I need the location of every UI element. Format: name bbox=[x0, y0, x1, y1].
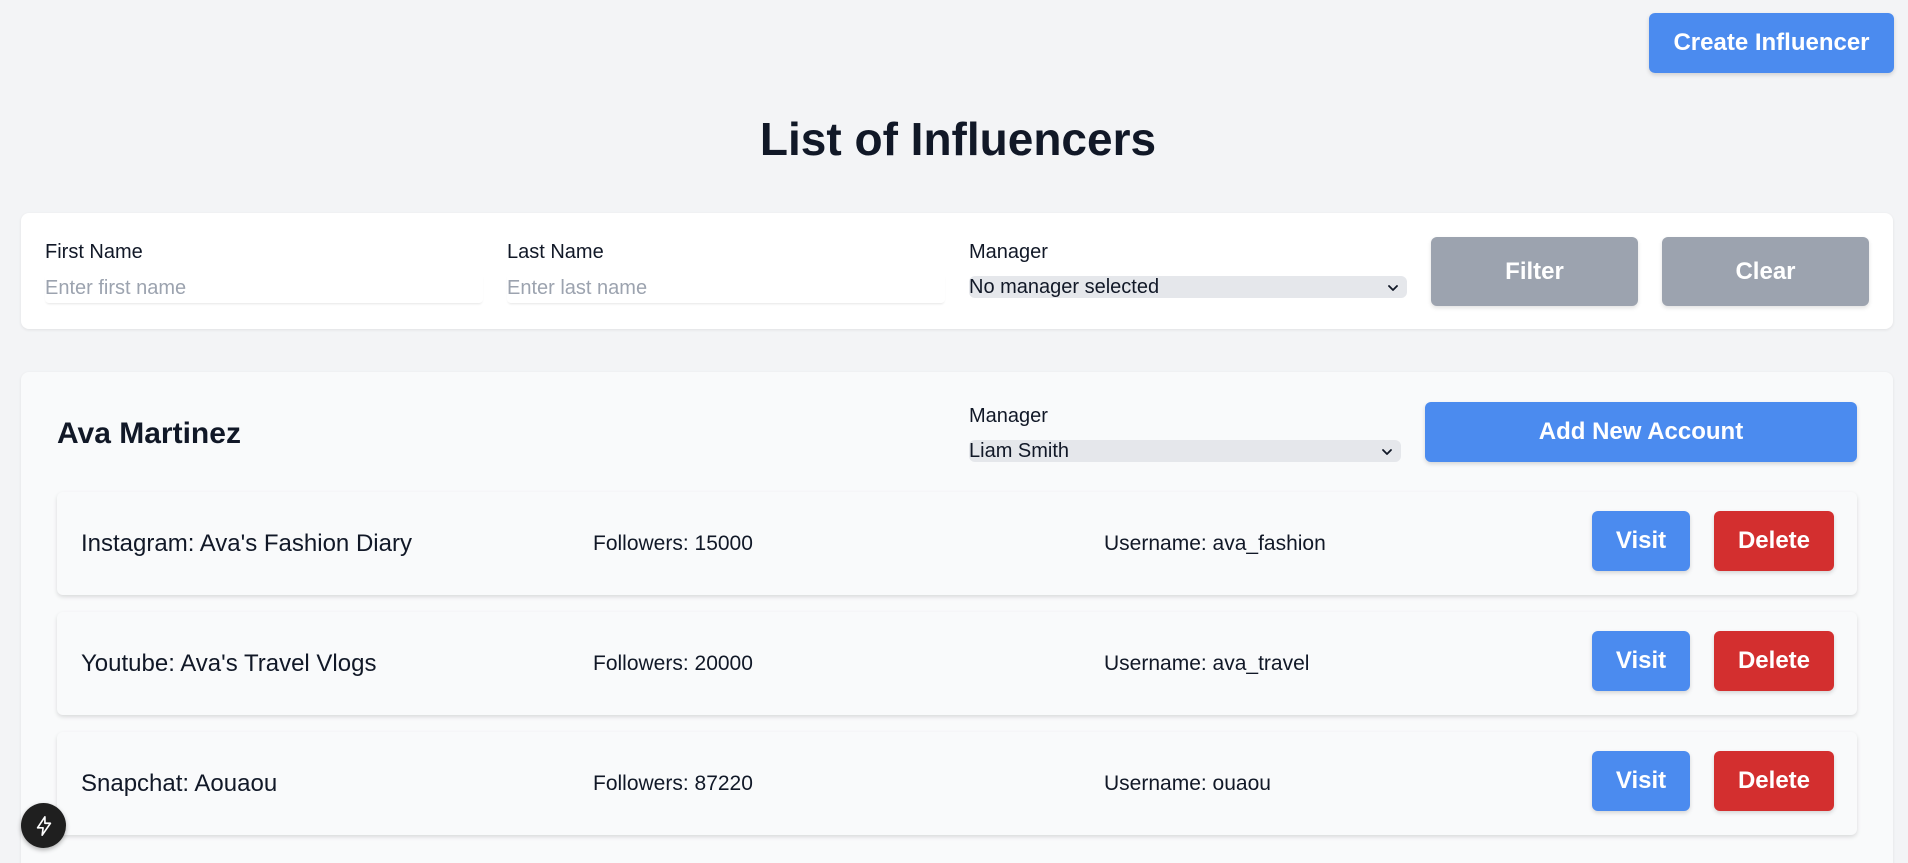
influencer-manager-select[interactable]: Liam Smith bbox=[969, 440, 1401, 462]
account-followers: Followers: 20000 bbox=[593, 652, 753, 675]
chevron-down-icon bbox=[1388, 285, 1398, 291]
chevron-down-icon bbox=[1382, 449, 1392, 455]
influencer-name: Ava Martinez bbox=[57, 417, 241, 450]
delete-button[interactable]: Delete bbox=[1714, 511, 1834, 571]
account-row: Snapchat: Aouaou Followers: 87220 Userna… bbox=[57, 732, 1857, 835]
influencer-manager-label: Manager bbox=[969, 405, 1048, 427]
account-name: Instagram: Ava's Fashion Diary bbox=[81, 530, 412, 557]
manager-filter-value: No manager selected bbox=[969, 276, 1160, 298]
account-name: Snapchat: Aouaou bbox=[81, 770, 278, 797]
create-influencer-button[interactable]: Create Influencer bbox=[1649, 13, 1894, 73]
add-new-account-button[interactable]: Add New Account bbox=[1425, 402, 1857, 462]
account-username: Username: ouaou bbox=[1104, 772, 1271, 795]
dev-tools-button[interactable] bbox=[21, 803, 66, 848]
manager-filter-select[interactable]: No manager selected bbox=[969, 276, 1407, 298]
filter-button[interactable]: Filter bbox=[1431, 237, 1638, 306]
page: Create Influencer List of Influencers Fi… bbox=[0, 0, 1908, 863]
last-name-label: Last Name bbox=[507, 241, 604, 263]
delete-button[interactable]: Delete bbox=[1714, 751, 1834, 811]
account-name: Youtube: Ava's Travel Vlogs bbox=[81, 650, 377, 677]
account-username: Username: ava_fashion bbox=[1104, 532, 1326, 555]
last-name-input[interactable] bbox=[507, 273, 945, 303]
first-name-label: First Name bbox=[45, 241, 143, 263]
clear-button[interactable]: Clear bbox=[1662, 237, 1869, 306]
influencer-manager-value: Liam Smith bbox=[969, 440, 1070, 462]
account-row: Youtube: Ava's Travel Vlogs Followers: 2… bbox=[57, 612, 1857, 715]
visit-button[interactable]: Visit bbox=[1592, 751, 1690, 811]
visit-button[interactable]: Visit bbox=[1592, 631, 1690, 691]
influencer-card: Ava Martinez Manager Liam Smith Add New … bbox=[21, 372, 1893, 863]
delete-button[interactable]: Delete bbox=[1714, 631, 1834, 691]
account-username: Username: ava_travel bbox=[1104, 652, 1310, 675]
account-row: Instagram: Ava's Fashion Diary Followers… bbox=[57, 492, 1857, 595]
page-title: List of Influencers bbox=[759, 113, 1157, 165]
manager-filter-label: Manager bbox=[969, 241, 1048, 263]
lightning-bolt-icon bbox=[36, 815, 51, 836]
visit-button[interactable]: Visit bbox=[1592, 511, 1690, 571]
account-followers: Followers: 87220 bbox=[593, 772, 753, 795]
account-followers: Followers: 15000 bbox=[593, 532, 753, 555]
filter-panel: First Name Last Name Manager No manager … bbox=[21, 213, 1893, 329]
first-name-input[interactable] bbox=[45, 273, 483, 303]
